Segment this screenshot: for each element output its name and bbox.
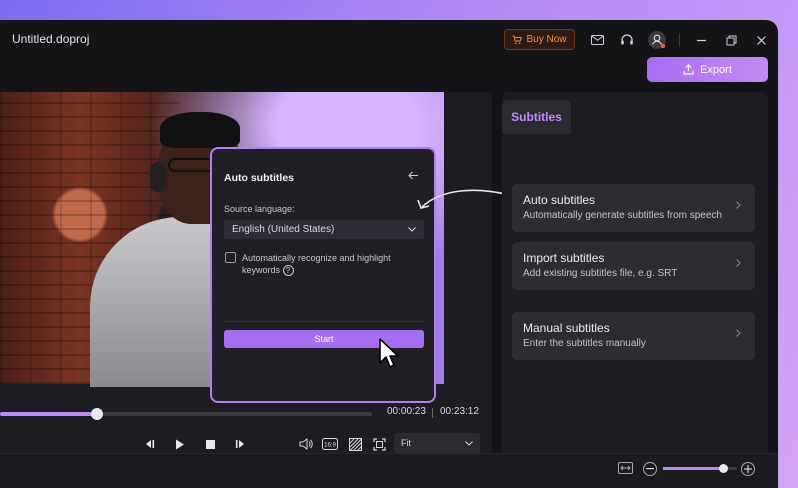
dialog-title: Auto subtitles bbox=[224, 172, 294, 184]
auto-subtitles-option[interactable]: Auto subtitles Automatically generate su… bbox=[512, 184, 755, 232]
app-window: Untitled.doproj Buy Now Export 00:00:23 … bbox=[0, 20, 778, 488]
import-subtitles-option[interactable]: Import subtitles Add existing subtitles … bbox=[512, 242, 755, 290]
chevron-right-icon bbox=[736, 201, 741, 209]
timeline-handle[interactable] bbox=[90, 408, 103, 420]
mail-icon[interactable] bbox=[586, 29, 608, 51]
source-language-dropdown[interactable]: English (United States) bbox=[224, 220, 424, 239]
buy-now-label: Buy Now bbox=[526, 34, 567, 45]
fit-dropdown[interactable]: Fit bbox=[394, 433, 480, 453]
keywords-checkbox-label: Automatically recognize and highlight ke… bbox=[242, 253, 391, 277]
restore-icon[interactable] bbox=[720, 29, 742, 51]
chevron-right-icon bbox=[736, 259, 741, 267]
user-icon[interactable] bbox=[646, 29, 668, 51]
option-title: Manual subtitles bbox=[523, 321, 610, 335]
mouse-cursor-icon bbox=[379, 338, 399, 368]
export-button[interactable]: Export bbox=[647, 57, 768, 82]
time-divider bbox=[432, 408, 433, 418]
option-title: Auto subtitles bbox=[523, 193, 596, 207]
fullscreen-icon[interactable] bbox=[370, 435, 388, 453]
option-description: Automatically generate subtitles from sp… bbox=[523, 210, 722, 221]
total-time: 00:23:12 bbox=[440, 406, 479, 417]
chevron-right-icon bbox=[736, 329, 741, 337]
keywords-checkbox[interactable] bbox=[225, 252, 236, 263]
preview-side-area bbox=[444, 92, 492, 384]
cart-icon bbox=[512, 35, 523, 45]
minimize-icon[interactable] bbox=[690, 29, 712, 51]
volume-icon[interactable] bbox=[297, 435, 315, 453]
dialog-divider bbox=[224, 321, 424, 322]
zoom-in-icon[interactable] bbox=[741, 462, 755, 476]
zoom-out-icon[interactable] bbox=[643, 462, 657, 476]
source-language-label: Source language: bbox=[224, 204, 295, 214]
buy-now-button[interactable]: Buy Now bbox=[504, 29, 575, 50]
current-time: 00:00:23 bbox=[387, 406, 426, 417]
zoom-slider[interactable] bbox=[663, 464, 737, 473]
person-hair bbox=[160, 112, 240, 148]
export-label: Export bbox=[700, 63, 732, 76]
playback-timeline[interactable] bbox=[0, 408, 372, 420]
fit-dropdown-value: Fit bbox=[401, 438, 411, 448]
previous-frame-icon[interactable] bbox=[140, 435, 158, 453]
next-frame-icon[interactable] bbox=[231, 435, 249, 453]
zoom-slider-fill bbox=[663, 467, 724, 470]
title-bar-divider bbox=[679, 33, 680, 47]
close-icon[interactable] bbox=[750, 29, 772, 51]
option-description: Enter the subtitles manually bbox=[523, 338, 646, 349]
tab-subtitles[interactable]: Subtitles bbox=[502, 100, 571, 134]
source-language-value: English (United States) bbox=[232, 224, 335, 235]
headset-icon[interactable] bbox=[616, 29, 638, 51]
help-icon[interactable]: ? bbox=[282, 265, 294, 277]
project-title: Untitled.doproj bbox=[12, 32, 90, 46]
title-bar: Untitled.doproj Buy Now bbox=[0, 20, 778, 58]
stop-icon[interactable] bbox=[201, 435, 219, 453]
bottom-toolbar bbox=[0, 453, 778, 488]
manual-subtitles-option[interactable]: Manual subtitles Enter the subtitles man… bbox=[512, 312, 755, 360]
back-arrow-icon[interactable] bbox=[408, 171, 419, 180]
auto-subtitles-dialog: Auto subtitles Source language: English … bbox=[210, 147, 436, 403]
play-icon[interactable] bbox=[171, 435, 189, 453]
aspect-ratio-label: 16:9 bbox=[324, 443, 336, 449]
subtitles-panel: Subtitles Auto subtitles Automatically g… bbox=[502, 92, 768, 462]
timeline-progress bbox=[0, 412, 97, 416]
export-icon bbox=[683, 64, 694, 75]
option-description: Add existing subtitles file, e.g. SRT bbox=[523, 268, 678, 279]
fit-timeline-icon[interactable] bbox=[618, 462, 633, 474]
background-pattern-icon[interactable] bbox=[346, 435, 364, 453]
chevron-down-icon bbox=[408, 227, 416, 232]
aspect-ratio-icon[interactable]: 16:9 bbox=[320, 435, 340, 453]
option-title: Import subtitles bbox=[523, 251, 605, 265]
headphones bbox=[150, 162, 166, 192]
curved-arrow-icon bbox=[417, 189, 511, 209]
chevron-down-icon bbox=[465, 440, 473, 446]
